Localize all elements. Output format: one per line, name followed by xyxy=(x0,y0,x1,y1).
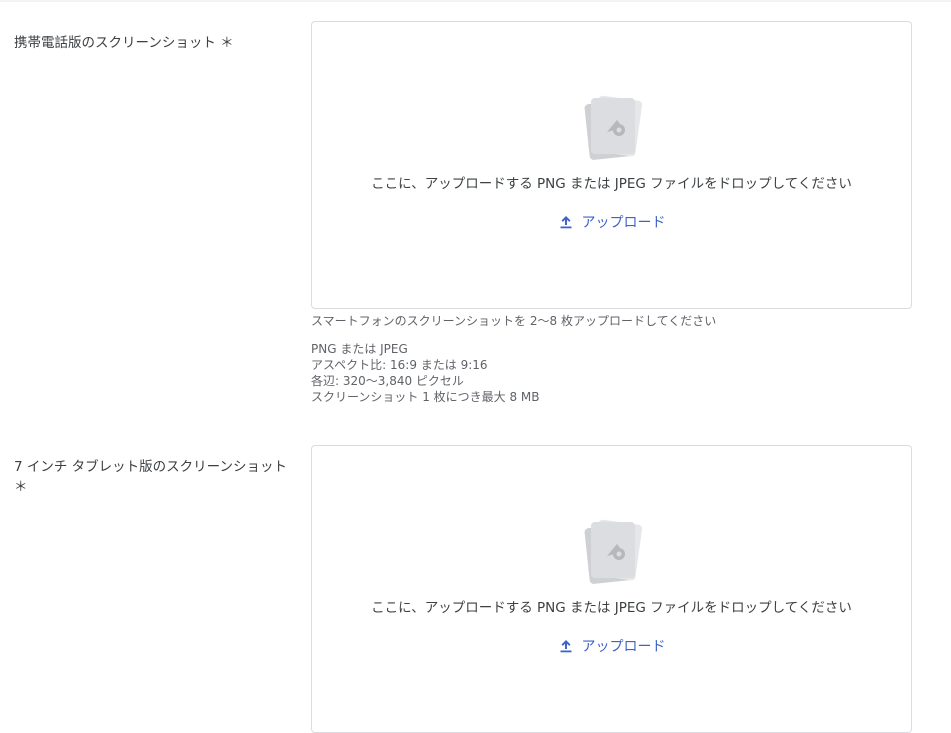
phone-help-text: スマートフォンのスクリーンショットを 2〜8 枚アップロードしてください PNG… xyxy=(311,313,911,405)
image-file-icon xyxy=(584,519,643,584)
tablet7-drop-instruction: ここに、アップロードする PNG または JPEG ファイルをドロップしてくださ… xyxy=(371,600,852,616)
phone-help-lead: スマートフォンのスクリーンショットを 2〜8 枚アップロードしてください xyxy=(311,314,717,328)
tablet7-upload-label: アップロード xyxy=(581,639,666,655)
upload-icon xyxy=(560,640,571,653)
tablet7-screenshots-dropzone[interactable]: ここに、アップロードする PNG または JPEG ファイルをドロップしてくださ… xyxy=(311,445,912,733)
phone-screenshots-label: 携帯電話版のスクリーンショット ＊ xyxy=(14,35,234,51)
upload-icon xyxy=(560,216,571,229)
phone-screenshots-dropzone[interactable]: ここに、アップロードする PNG または JPEG ファイルをドロップしてくださ… xyxy=(311,21,912,309)
requirement-max-size: スクリーンショット 1 枚につき最大 8 MB xyxy=(311,390,540,404)
requirement-aspect-ratio: アスペクト比: 16:9 または 9:16 xyxy=(311,358,488,372)
phone-drop-instruction: ここに、アップロードする PNG または JPEG ファイルをドロップしてくださ… xyxy=(371,176,852,192)
image-file-icon xyxy=(584,95,643,160)
top-divider xyxy=(0,0,951,2)
tablet7-screenshots-label: 7 インチ タブレット版のスクリーンショット ＊ xyxy=(14,459,287,495)
phone-upload-label: アップロード xyxy=(581,215,666,231)
requirement-side-length: 各辺: 320〜3,840 ピクセル xyxy=(311,374,464,388)
tablet7-upload-button[interactable]: アップロード xyxy=(549,633,674,659)
requirement-format: PNG または JPEG xyxy=(311,342,408,356)
phone-upload-button[interactable]: アップロード xyxy=(549,209,674,235)
